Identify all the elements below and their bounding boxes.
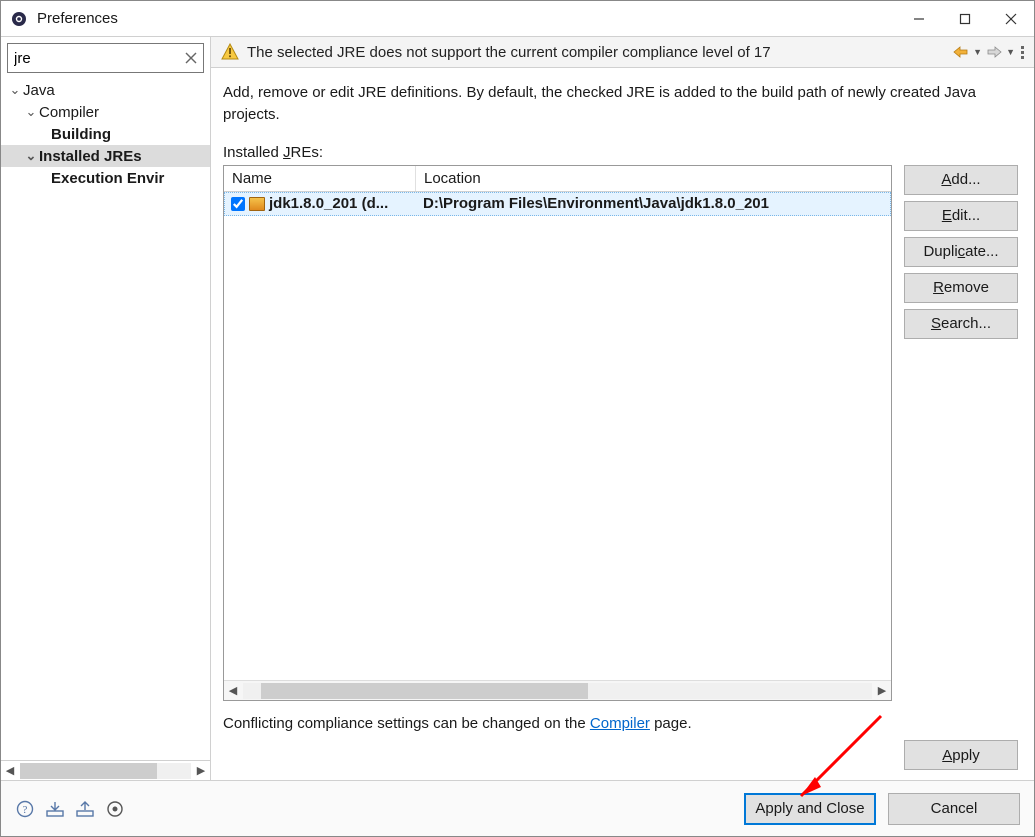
sidebar-hscroll[interactable]: ◀ ▶ <box>1 760 210 780</box>
tree-item-installed-jres[interactable]: ⌄ Installed JREs <box>1 145 210 167</box>
installed-jres-label: Installed JREs: <box>223 144 1018 161</box>
chevron-down-icon: ⌄ <box>23 104 39 120</box>
panel-body: Add, remove or edit JRE definitions. By … <box>211 68 1034 780</box>
bottom-bar: ? Apply and Close Cancel <box>1 780 1034 836</box>
oomph-icon[interactable] <box>105 799 125 819</box>
col-location[interactable]: Location <box>416 166 891 191</box>
chevron-down-icon: ⌄ <box>7 82 23 98</box>
scroll-right-icon[interactable]: ▶ <box>192 762 210 780</box>
search-button[interactable]: Search... <box>904 309 1018 339</box>
edit-button[interactable]: Edit... <box>904 201 1018 231</box>
jre-default-checkbox[interactable] <box>231 197 245 211</box>
table-hscroll[interactable]: ◀ ▶ <box>224 680 891 700</box>
close-button[interactable] <box>988 2 1034 36</box>
tree-item-building[interactable]: Building <box>1 123 210 145</box>
tree-item-java[interactable]: ⌄ Java <box>1 79 210 101</box>
jre-name: jdk1.8.0_201 (d... <box>269 195 388 212</box>
tree-label: Compiler <box>39 104 99 121</box>
compliance-hint: Conflicting compliance settings can be c… <box>223 701 1018 736</box>
import-icon[interactable] <box>45 799 65 819</box>
apply-and-close-button[interactable]: Apply and Close <box>744 793 876 825</box>
cancel-button[interactable]: Cancel <box>888 793 1020 825</box>
scroll-track[interactable] <box>243 683 872 699</box>
view-menu-icon[interactable] <box>1021 46 1024 59</box>
preferences-tree[interactable]: ⌄ Java ⌄ Compiler Building ⌄ Installed J… <box>1 77 210 760</box>
scroll-right-icon[interactable]: ▶ <box>873 682 891 700</box>
duplicate-button[interactable]: Duplicate... <box>904 237 1018 267</box>
jre-table: Name Location jdk1.8.0_201 (d... D:\Pro <box>223 165 892 702</box>
warning-banner: The selected JRE does not support the cu… <box>211 37 1034 68</box>
svg-text:?: ? <box>23 804 28 816</box>
tree-label: Execution Envir <box>51 170 164 187</box>
bottom-toolbar: ? <box>15 799 125 819</box>
chevron-down-icon: ⌄ <box>23 148 39 164</box>
window-title: Preferences <box>37 10 118 27</box>
table-row[interactable]: jdk1.8.0_201 (d... D:\Program Files\Envi… <box>224 192 891 216</box>
scroll-thumb[interactable] <box>261 683 588 699</box>
banner-toolbar: ▼ ▼ <box>952 43 1024 61</box>
col-name[interactable]: Name <box>224 166 416 191</box>
export-icon[interactable] <box>75 799 95 819</box>
forward-menu-caret-icon[interactable]: ▼ <box>1006 47 1015 57</box>
clear-search-icon[interactable] <box>182 49 200 67</box>
maximize-button[interactable] <box>942 2 988 36</box>
jre-icon <box>249 197 265 211</box>
sidebar: ⌄ Java ⌄ Compiler Building ⌄ Installed J… <box>1 37 211 780</box>
description-text: Add, remove or edit JRE definitions. By … <box>223 82 1018 126</box>
apply-button[interactable]: Apply <box>904 740 1018 770</box>
forward-icon[interactable] <box>985 43 1003 61</box>
scroll-left-icon[interactable]: ◀ <box>1 762 19 780</box>
scroll-left-icon[interactable]: ◀ <box>224 682 242 700</box>
scroll-thumb[interactable] <box>20 763 157 779</box>
titlebar: Preferences <box>1 1 1034 37</box>
tree-item-compiler[interactable]: ⌄ Compiler <box>1 101 210 123</box>
add-button[interactable]: Add... <box>904 165 1018 195</box>
warning-icon <box>221 43 239 61</box>
back-menu-caret-icon[interactable]: ▼ <box>973 47 982 57</box>
tree-label: Building <box>51 126 111 143</box>
compiler-link[interactable]: Compiler <box>590 715 650 732</box>
app-icon <box>9 9 29 29</box>
content-area: ⌄ Java ⌄ Compiler Building ⌄ Installed J… <box>1 37 1034 780</box>
jre-location: D:\Program Files\Environment\Java\jdk1.8… <box>417 195 890 212</box>
help-icon[interactable]: ? <box>15 799 35 819</box>
main-panel: The selected JRE does not support the cu… <box>211 37 1034 780</box>
back-icon[interactable] <box>952 43 970 61</box>
tree-item-execution-environments[interactable]: Execution Envir <box>1 167 210 189</box>
banner-text: The selected JRE does not support the cu… <box>247 44 952 61</box>
tree-label: Java <box>23 82 55 99</box>
scroll-track[interactable] <box>20 763 191 779</box>
remove-button[interactable]: Remove <box>904 273 1018 303</box>
table-header: Name Location <box>224 166 891 192</box>
jre-buttons: Add... Edit... Duplicate... Remove Searc… <box>904 165 1018 702</box>
minimize-button[interactable] <box>896 2 942 36</box>
filter-search-box <box>7 43 204 73</box>
filter-input[interactable] <box>7 43 204 73</box>
tree-label: Installed JREs <box>39 148 142 165</box>
